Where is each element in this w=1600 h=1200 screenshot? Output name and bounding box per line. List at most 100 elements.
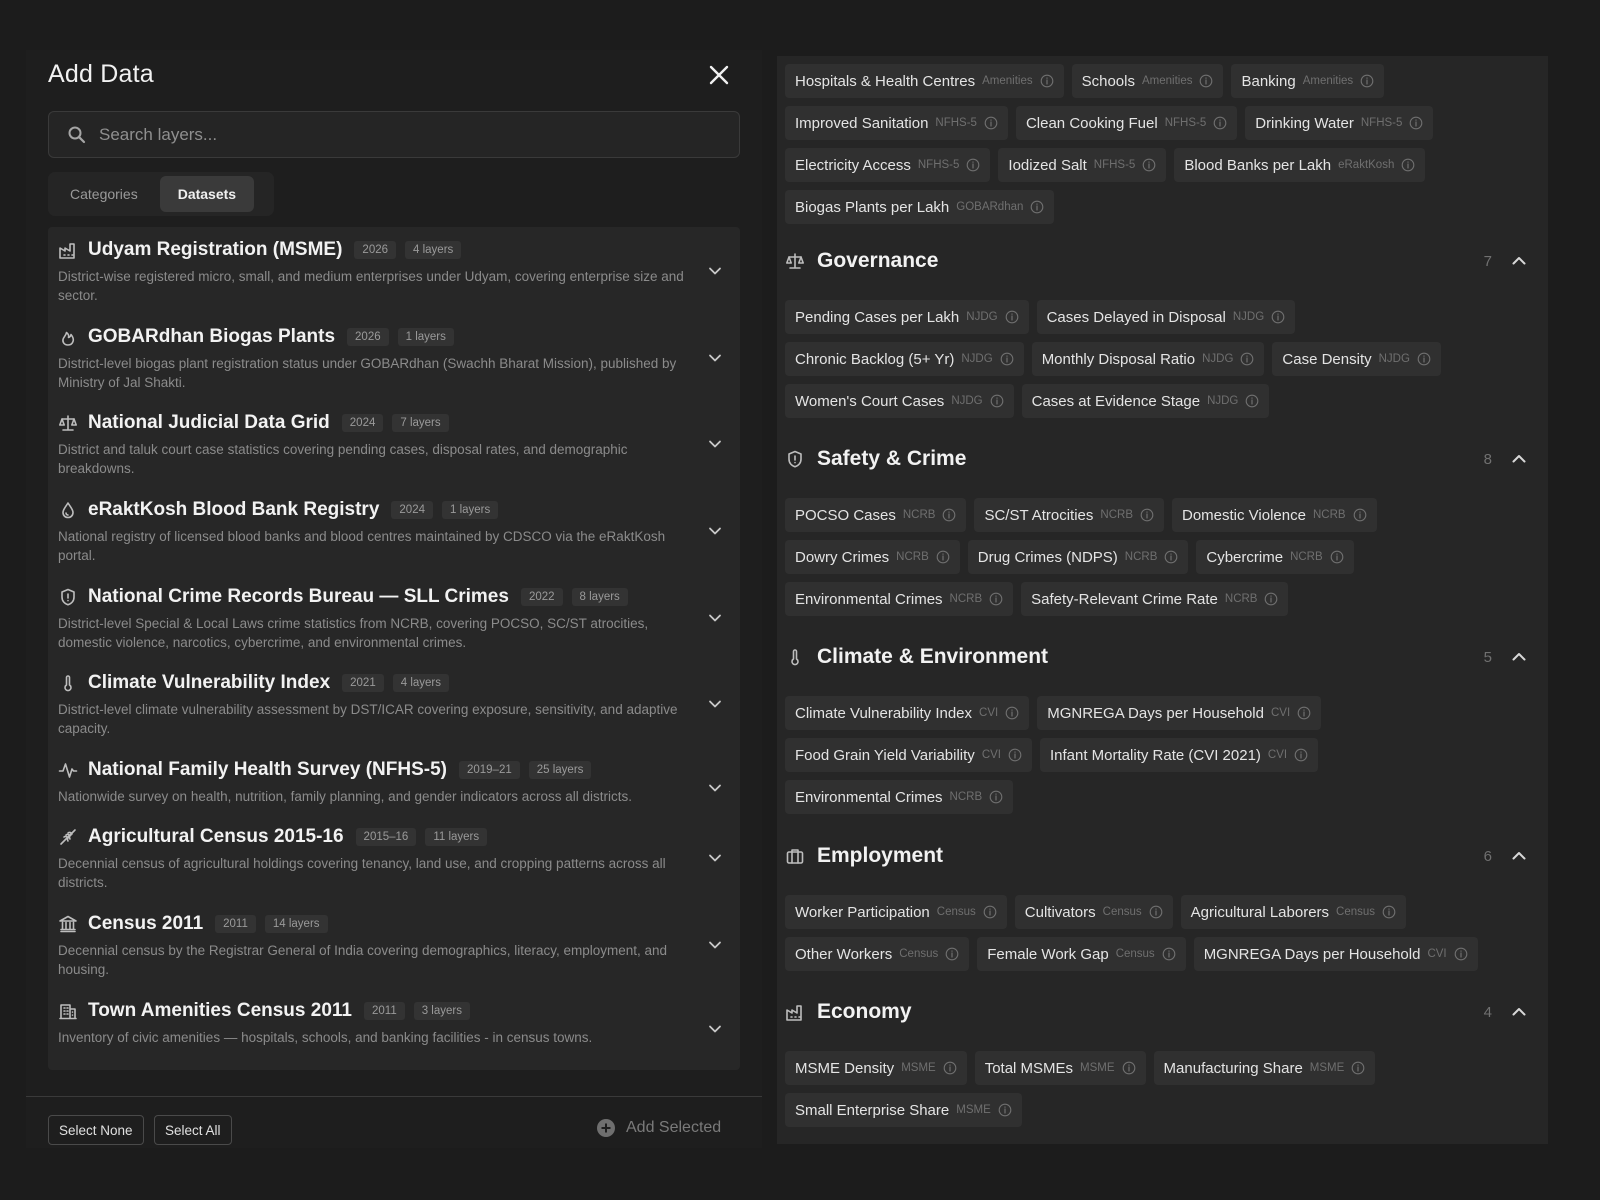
search-input[interactable] — [97, 112, 717, 157]
dataset-item[interactable]: Climate Vulnerability Index 2021 4 layer… — [48, 660, 740, 747]
info-icon[interactable] — [1417, 352, 1431, 366]
info-icon[interactable] — [1351, 1061, 1365, 1075]
layer-chip[interactable]: Food Grain Yield Variability CVI — [785, 738, 1032, 772]
dataset-item[interactable]: Town Amenities Census 2011 2011 3 layers… — [48, 988, 740, 1055]
chevron-up-icon[interactable] — [1510, 1003, 1528, 1021]
layer-chip[interactable]: Blood Banks per Lakh eRaktKosh — [1174, 148, 1426, 182]
dataset-item[interactable]: Udyam Registration (MSME) 2026 4 layers … — [48, 227, 740, 314]
layer-chip[interactable]: Small Enterprise Share MSME — [785, 1093, 1022, 1127]
info-icon[interactable] — [1401, 158, 1415, 172]
layer-chip[interactable]: MGNREGA Days per Household CVI — [1037, 696, 1322, 730]
info-icon[interactable] — [1330, 550, 1344, 564]
layer-chip[interactable]: Chronic Backlog (5+ Yr) NJDG — [785, 342, 1024, 376]
info-icon[interactable] — [943, 1061, 957, 1075]
chevron-up-icon[interactable] — [1510, 450, 1528, 468]
layer-chip[interactable]: Cultivators Census — [1014, 895, 1173, 929]
chevron-down-icon[interactable] — [706, 262, 724, 280]
info-icon[interactable] — [942, 508, 956, 522]
layer-chip[interactable]: Improved Sanitation NFHS-5 — [785, 106, 1008, 140]
layer-chip[interactable]: MSME Density MSME — [785, 1051, 967, 1085]
dataset-item[interactable]: Census 2011 2011 14 layers Decennial cen… — [48, 901, 740, 988]
info-icon[interactable] — [1271, 310, 1285, 324]
layer-chip[interactable]: Hospitals & Health Centres Amenities — [785, 64, 1064, 98]
info-icon[interactable] — [1149, 905, 1163, 919]
info-icon[interactable] — [1360, 74, 1374, 88]
chevron-down-icon[interactable] — [706, 779, 724, 797]
info-icon[interactable] — [983, 905, 997, 919]
layer-chip[interactable]: Female Work Gap Census — [977, 937, 1186, 971]
dataset-item[interactable]: National Family Health Survey (NFHS-5) 2… — [48, 747, 740, 814]
layer-chip[interactable]: SC/ST Atrocities NCRB — [974, 498, 1164, 532]
dataset-item[interactable]: eRaktKosh Blood Bank Registry 2024 1 lay… — [48, 487, 740, 574]
info-icon[interactable] — [1005, 310, 1019, 324]
layer-chip[interactable]: MGNREGA Days per Household CVI — [1193, 937, 1478, 971]
layer-chip[interactable]: Pending Cases per Lakh NJDG — [785, 300, 1029, 334]
info-icon[interactable] — [1294, 748, 1308, 762]
chevron-down-icon[interactable] — [706, 435, 724, 453]
info-icon[interactable] — [966, 158, 980, 172]
chevron-down-icon[interactable] — [706, 1020, 724, 1038]
info-icon[interactable] — [1005, 706, 1019, 720]
layer-chip[interactable]: Iodized Salt NFHS-5 — [998, 148, 1167, 182]
layer-chip[interactable]: Worker Participation Census — [785, 895, 1007, 929]
info-icon[interactable] — [1245, 394, 1259, 408]
layer-chip[interactable]: Drug Crimes (NDPS) NCRB — [967, 540, 1189, 574]
info-icon[interactable] — [998, 1103, 1012, 1117]
info-icon[interactable] — [989, 790, 1003, 804]
section-header[interactable]: Climate & Environment 5 — [785, 642, 1528, 672]
dataset-item[interactable]: National Judicial Data Grid 2024 7 layer… — [48, 400, 740, 487]
layer-chip[interactable]: Cases Delayed in Disposal NJDG — [1036, 300, 1296, 334]
info-icon[interactable] — [1030, 200, 1044, 214]
info-icon[interactable] — [1162, 947, 1176, 961]
layer-chip[interactable]: Women's Court Cases NJDG — [785, 384, 1014, 418]
chevron-up-icon[interactable] — [1510, 847, 1528, 865]
search-field[interactable] — [48, 111, 740, 158]
info-icon[interactable] — [1040, 74, 1054, 88]
layer-chip[interactable]: Domestic Violence NCRB — [1172, 498, 1377, 532]
layer-chip[interactable]: Drinking Water NFHS-5 — [1245, 106, 1434, 140]
section-header[interactable]: Employment 6 — [785, 841, 1528, 871]
layer-chip[interactable]: Agricultural Laborers Census — [1180, 895, 1407, 929]
info-icon[interactable] — [1199, 74, 1213, 88]
layer-chip[interactable]: Banking Amenities — [1231, 64, 1385, 98]
section-header[interactable]: Economy 4 — [785, 997, 1528, 1027]
layer-chip[interactable]: Electricity Access NFHS-5 — [785, 148, 991, 182]
layer-chip[interactable]: Climate Vulnerability Index CVI — [785, 696, 1030, 730]
info-icon[interactable] — [989, 592, 1003, 606]
info-icon[interactable] — [945, 947, 959, 961]
layer-chip[interactable]: Total MSMEs MSME — [974, 1051, 1146, 1085]
tab-datasets[interactable]: Datasets — [159, 176, 255, 212]
info-icon[interactable] — [1213, 116, 1227, 130]
layer-chip[interactable]: Safety-Relevant Crime Rate NCRB — [1021, 582, 1289, 616]
layer-chip[interactable]: POCSO Cases NCRB — [785, 498, 967, 532]
layer-chip[interactable]: Cases at Evidence Stage NJDG — [1021, 384, 1270, 418]
layer-chip[interactable]: Case Density NJDG — [1272, 342, 1441, 376]
chevron-up-icon[interactable] — [1510, 252, 1528, 270]
layer-chip[interactable]: Cybercrime NCRB — [1196, 540, 1354, 574]
info-icon[interactable] — [1353, 508, 1367, 522]
chevron-down-icon[interactable] — [706, 609, 724, 627]
layer-chip[interactable]: Monthly Disposal Ratio NJDG — [1031, 342, 1265, 376]
layer-chip[interactable]: Dowry Crimes NCRB — [785, 540, 960, 574]
layer-chip[interactable]: Environmental Crimes NCRB — [785, 582, 1014, 616]
info-icon[interactable] — [990, 394, 1004, 408]
info-icon[interactable] — [1264, 592, 1278, 606]
info-icon[interactable] — [1008, 748, 1022, 762]
info-icon[interactable] — [936, 550, 950, 564]
chevron-up-icon[interactable] — [1510, 648, 1528, 666]
layer-chip[interactable]: Environmental Crimes NCRB — [785, 780, 1014, 814]
dataset-item[interactable]: Agricultural Census 2015-16 2015–16 11 l… — [48, 814, 740, 901]
info-icon[interactable] — [1140, 508, 1154, 522]
info-icon[interactable] — [984, 116, 998, 130]
section-header[interactable]: Safety & Crime 8 — [785, 444, 1528, 474]
layer-chip[interactable]: Biogas Plants per Lakh GOBARdhan — [785, 190, 1055, 224]
close-button[interactable] — [706, 62, 732, 88]
chevron-down-icon[interactable] — [706, 522, 724, 540]
info-icon[interactable] — [1122, 1061, 1136, 1075]
chevron-down-icon[interactable] — [706, 849, 724, 867]
info-icon[interactable] — [1454, 947, 1468, 961]
layer-chip[interactable]: Infant Mortality Rate (CVI 2021) CVI — [1039, 738, 1319, 772]
dataset-item[interactable]: National Crime Records Bureau — SLL Crim… — [48, 574, 740, 661]
section-header[interactable]: Governance 7 — [785, 246, 1528, 276]
layer-chip[interactable]: Clean Cooking Fuel NFHS-5 — [1015, 106, 1238, 140]
